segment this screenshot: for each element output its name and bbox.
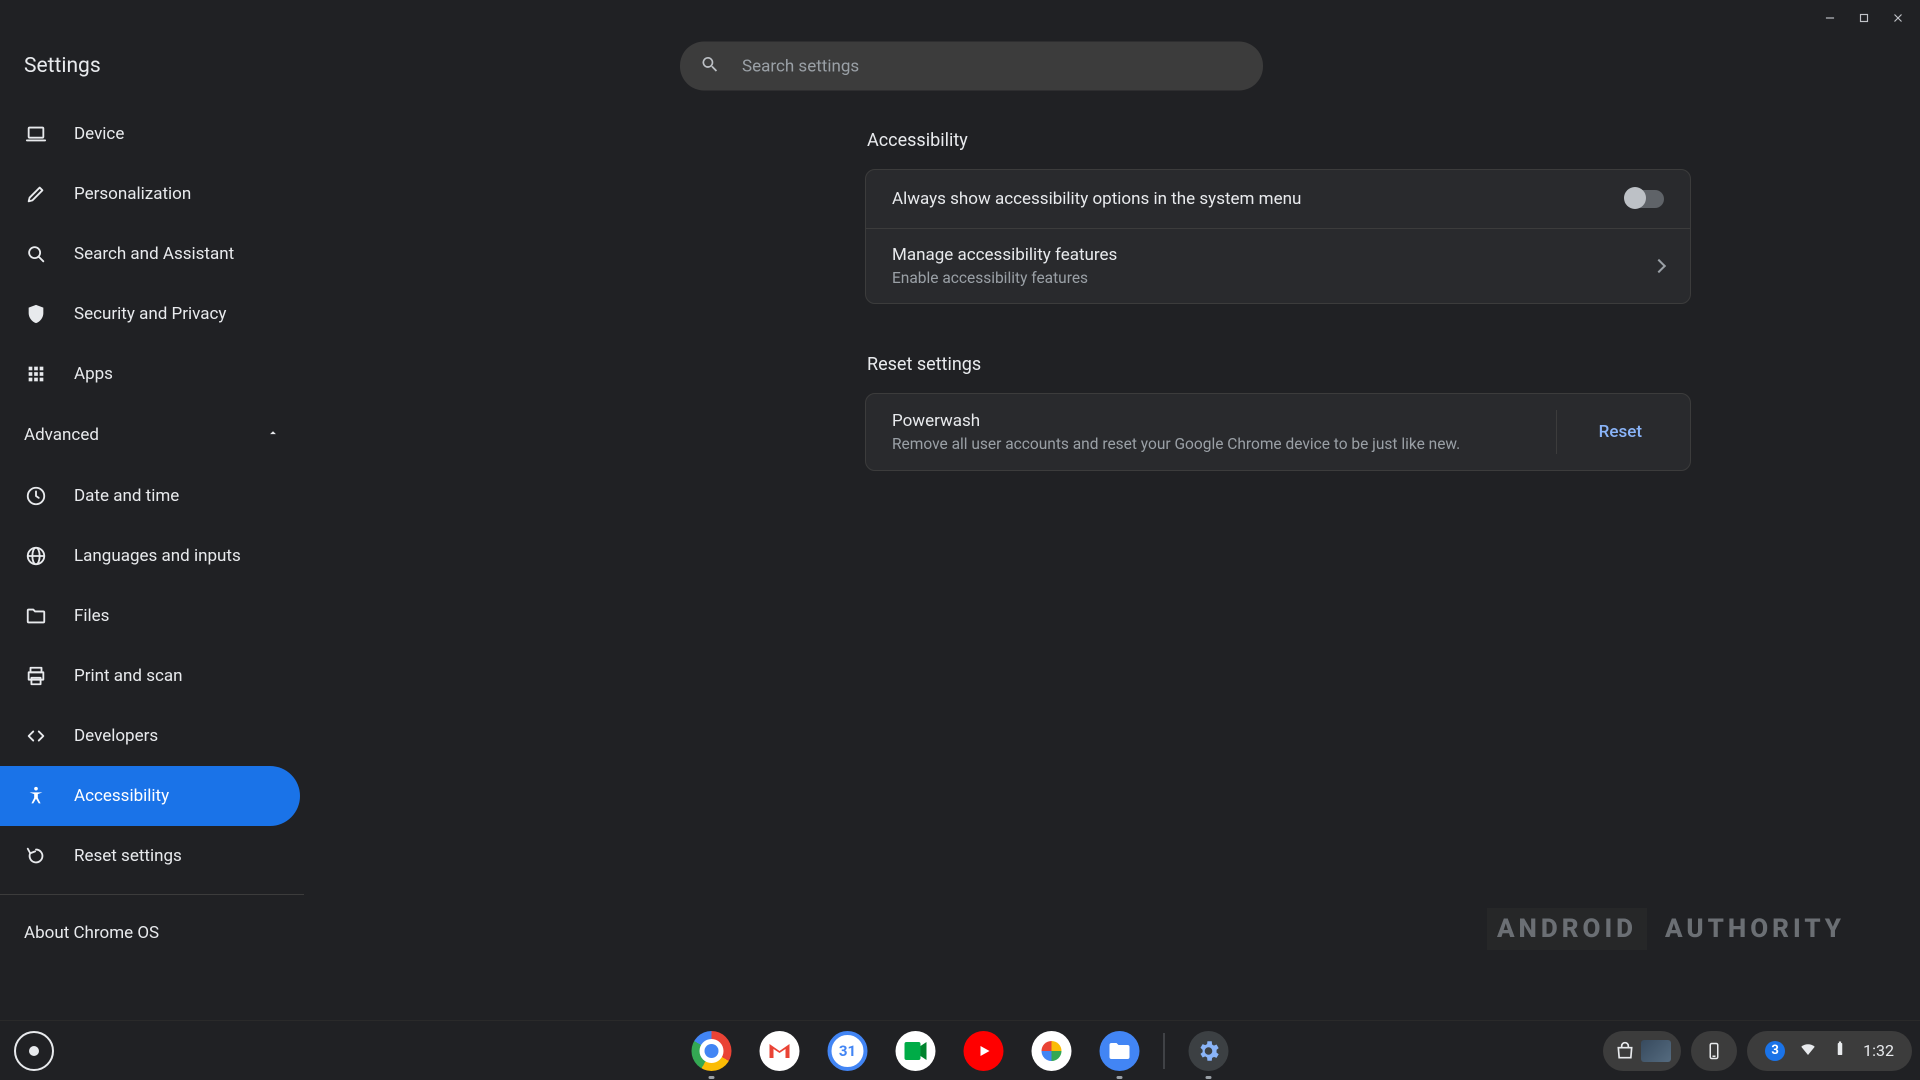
sidebar-item-label: Reset settings bbox=[74, 846, 182, 866]
search-icon bbox=[24, 242, 48, 266]
sidebar-advanced-toggle[interactable]: Advanced bbox=[0, 404, 304, 466]
accessibility-icon bbox=[24, 784, 48, 808]
tote-thumbnail bbox=[1641, 1040, 1671, 1062]
sidebar-divider bbox=[0, 894, 304, 895]
window-maximize-icon[interactable] bbox=[1850, 4, 1878, 32]
sidebar-item-device[interactable]: Device bbox=[0, 104, 300, 164]
launcher-button[interactable] bbox=[14, 1031, 54, 1071]
shelf-separator bbox=[1164, 1033, 1165, 1069]
app-calendar-icon[interactable]: 31 bbox=[828, 1031, 868, 1071]
battery-icon bbox=[1831, 1040, 1849, 1062]
reset-icon bbox=[24, 844, 48, 868]
sidebar-item-accessibility[interactable]: Accessibility bbox=[0, 766, 300, 826]
sidebar-item-label: Search and Assistant bbox=[74, 244, 234, 264]
reset-card: Powerwash Remove all user accounts and r… bbox=[865, 393, 1691, 471]
row-subtitle: Remove all user accounts and reset your … bbox=[892, 435, 1460, 453]
sidebar-item-reset-settings[interactable]: Reset settings bbox=[0, 826, 300, 886]
app-youtube-icon[interactable] bbox=[964, 1031, 1004, 1071]
row-subtitle: Enable accessibility features bbox=[892, 269, 1117, 287]
pencil-icon bbox=[24, 182, 48, 206]
phone-hub-button[interactable] bbox=[1691, 1031, 1737, 1071]
sidebar-item-languages[interactable]: Languages and inputs bbox=[0, 526, 300, 586]
row-always-show-a11y[interactable]: Always show accessibility options in the… bbox=[866, 170, 1690, 228]
row-manage-a11y[interactable]: Manage accessibility features Enable acc… bbox=[866, 228, 1690, 303]
window-titlebar bbox=[0, 0, 1920, 36]
row-title: Manage accessibility features bbox=[892, 245, 1117, 265]
app-header: Settings bbox=[0, 36, 1920, 96]
app-files-icon[interactable] bbox=[1100, 1031, 1140, 1071]
search-input[interactable] bbox=[742, 56, 1243, 76]
watermark-left: ANDROID bbox=[1487, 908, 1647, 950]
sidebar-item-developers[interactable]: Developers bbox=[0, 706, 300, 766]
sidebar-item-label: Device bbox=[74, 124, 124, 144]
sidebar-item-label: Accessibility bbox=[74, 786, 169, 806]
sidebar-item-personalization[interactable]: Personalization bbox=[0, 164, 300, 224]
search-bar[interactable] bbox=[680, 42, 1263, 91]
tote-button[interactable] bbox=[1603, 1031, 1681, 1071]
toggle-always-show-a11y[interactable] bbox=[1626, 190, 1664, 208]
section-title-accessibility: Accessibility bbox=[867, 130, 1691, 151]
app-meet-icon[interactable] bbox=[896, 1031, 936, 1071]
sidebar-item-label: Apps bbox=[74, 364, 113, 384]
chevron-up-icon bbox=[266, 425, 280, 445]
status-tray[interactable]: 3 1:32 bbox=[1747, 1031, 1912, 1071]
window-minimize-icon[interactable] bbox=[1816, 4, 1844, 32]
app-chrome-icon[interactable] bbox=[692, 1031, 732, 1071]
wifi-icon bbox=[1799, 1040, 1817, 1062]
row-powerwash: Powerwash Remove all user accounts and r… bbox=[866, 394, 1690, 470]
sidebar-item-date-time[interactable]: Date and time bbox=[0, 466, 300, 526]
sidebar: Device Personalization Search and Assist… bbox=[0, 96, 306, 1020]
shelf-pinned-apps: 31 bbox=[692, 1031, 1229, 1071]
app-title: Settings bbox=[24, 54, 101, 78]
section-title-reset: Reset settings bbox=[867, 354, 1691, 375]
shield-icon bbox=[24, 302, 48, 326]
sidebar-item-files[interactable]: Files bbox=[0, 586, 300, 646]
sidebar-item-label: Files bbox=[74, 606, 109, 626]
sidebar-item-label: Date and time bbox=[74, 486, 179, 506]
laptop-icon bbox=[24, 122, 48, 146]
sidebar-item-label: Developers bbox=[74, 726, 158, 746]
clock-text: 1:32 bbox=[1863, 1041, 1894, 1060]
sidebar-item-label: Security and Privacy bbox=[74, 304, 226, 324]
sidebar-item-label: About Chrome OS bbox=[24, 923, 159, 943]
window-close-icon[interactable] bbox=[1884, 4, 1912, 32]
sidebar-item-apps[interactable]: Apps bbox=[0, 344, 300, 404]
watermark: ANDROID AUTHORITY bbox=[1487, 908, 1855, 950]
chevron-right-icon bbox=[1652, 259, 1666, 273]
vertical-separator bbox=[1556, 410, 1557, 454]
sidebar-item-label: Languages and inputs bbox=[74, 546, 241, 566]
app-settings-icon[interactable] bbox=[1189, 1031, 1229, 1071]
app-gmail-icon[interactable] bbox=[760, 1031, 800, 1071]
apps-grid-icon bbox=[24, 362, 48, 386]
watermark-right: AUTHORITY bbox=[1655, 908, 1855, 950]
sidebar-item-search-assistant[interactable]: Search and Assistant bbox=[0, 224, 300, 284]
reset-button[interactable]: Reset bbox=[1577, 413, 1664, 451]
row-title: Powerwash bbox=[892, 411, 1460, 431]
accessibility-card: Always show accessibility options in the… bbox=[865, 169, 1691, 304]
clock-icon bbox=[24, 484, 48, 508]
shelf: 31 3 1:32 bbox=[0, 1020, 1920, 1080]
sidebar-item-label: Print and scan bbox=[74, 666, 183, 686]
folder-icon bbox=[24, 604, 48, 628]
advanced-label: Advanced bbox=[24, 425, 99, 445]
globe-icon bbox=[24, 544, 48, 568]
sidebar-item-label: Personalization bbox=[74, 184, 191, 204]
sidebar-item-about[interactable]: About Chrome OS bbox=[0, 903, 300, 963]
sidebar-item-security-privacy[interactable]: Security and Privacy bbox=[0, 284, 300, 344]
content-area: Accessibility Always show accessibility … bbox=[306, 96, 1920, 1020]
notification-badge: 3 bbox=[1765, 1041, 1785, 1061]
code-icon bbox=[24, 724, 48, 748]
printer-icon bbox=[24, 664, 48, 688]
app-photos-icon[interactable] bbox=[1032, 1031, 1072, 1071]
row-label: Always show accessibility options in the… bbox=[892, 189, 1301, 209]
search-icon bbox=[700, 54, 720, 78]
sidebar-item-print-scan[interactable]: Print and scan bbox=[0, 646, 300, 706]
